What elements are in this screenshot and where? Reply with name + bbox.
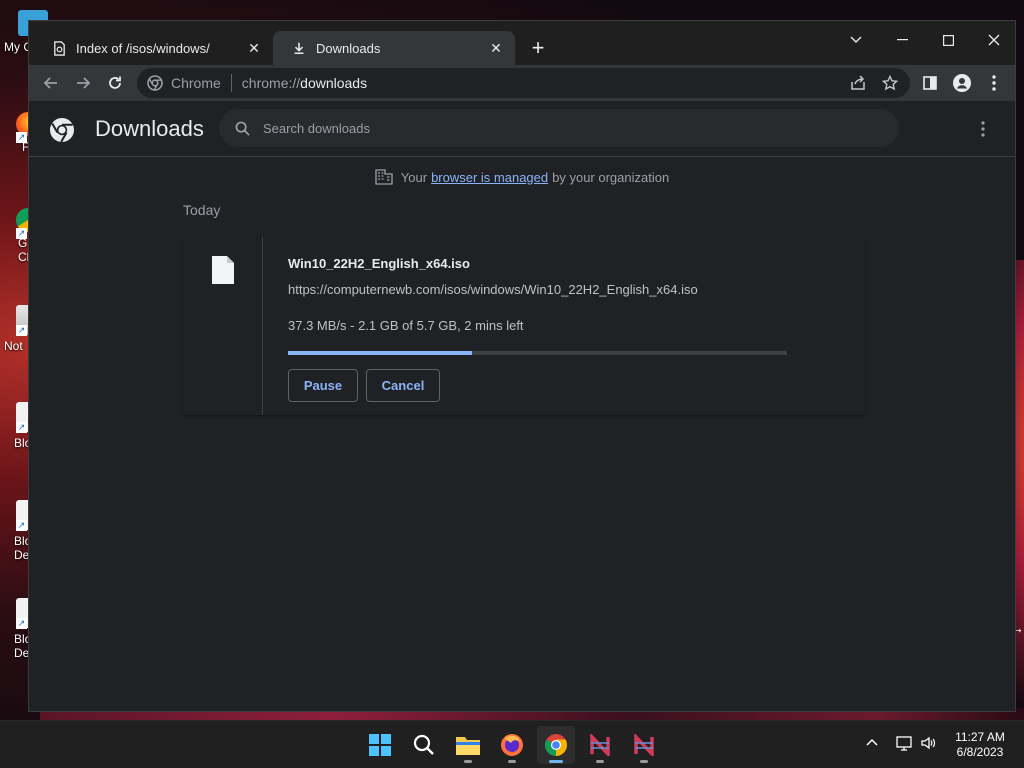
bookmark-star-icon[interactable] — [879, 72, 901, 94]
reload-button[interactable] — [101, 69, 129, 97]
back-button[interactable] — [37, 69, 65, 97]
pause-button[interactable]: Pause — [288, 369, 358, 402]
taskbar-file-explorer[interactable] — [449, 726, 487, 764]
taskbar: 11:27 AM 6/8/2023 — [0, 720, 1024, 768]
running-indicator — [508, 760, 516, 763]
side-panel-button[interactable] — [916, 69, 944, 97]
forward-button[interactable] — [69, 69, 97, 97]
download-progress-bar — [288, 351, 787, 355]
folder-icon — [456, 737, 480, 755]
date-section-header: Today — [183, 202, 221, 218]
site-chip-label: Chrome — [171, 75, 221, 91]
running-indicator — [596, 760, 604, 763]
search-icon — [233, 119, 251, 137]
clock-time: 11:27 AM — [955, 730, 1005, 744]
browser-menu-button[interactable] — [980, 69, 1008, 97]
tab-index-of-isos[interactable]: Index of /isos/windows/ ✕ — [33, 31, 273, 65]
page-title: Downloads — [95, 116, 204, 141]
site-info-chip[interactable]: Chrome — [137, 75, 221, 91]
system-clock[interactable]: 11:27 AM 6/8/2023 — [946, 730, 1014, 760]
clock-date: 6/8/2023 — [956, 745, 1004, 759]
running-indicator — [640, 760, 648, 763]
download-status: 37.3 MB/s - 2.1 GB of 5.7 GB, 2 mins lef… — [288, 318, 524, 333]
managed-prefix: Your — [400, 169, 428, 185]
managed-notice: Your browser is managed by your organiza… — [29, 169, 1015, 185]
start-button[interactable] — [361, 726, 399, 764]
app-n-icon — [590, 734, 610, 756]
profile-avatar[interactable] — [948, 69, 976, 97]
shortcut-arrow-icon: ↗ — [16, 520, 27, 531]
taskbar-app-n1[interactable] — [581, 726, 619, 764]
search-downloads-box[interactable] — [219, 109, 899, 147]
address-divider — [230, 74, 232, 92]
shortcut-arrow-icon: ↗ — [16, 422, 27, 433]
browser-toolbar: Chrome chrome://downloads — [29, 65, 1015, 101]
new-tab-button[interactable]: + — [525, 35, 551, 61]
tab-title: Index of /isos/windows/ — [76, 40, 210, 56]
url-scheme: chrome:// — [241, 75, 301, 91]
url-text: chrome://downloads — [242, 75, 367, 91]
shortcut-arrow-icon: ↗ — [16, 228, 27, 239]
maximize-button[interactable] — [925, 25, 971, 55]
app-n-icon — [634, 734, 654, 756]
close-window-button[interactable] — [971, 25, 1017, 55]
downloads-header: Downloads — [29, 101, 1015, 157]
minimize-button[interactable] — [879, 25, 925, 55]
managed-suffix: by your organization — [552, 169, 670, 185]
taskbar-chrome[interactable] — [537, 726, 575, 764]
tab-strip: Index of /isos/windows/ ✕ Downloads ✕ + — [29, 21, 1015, 65]
search-icon — [413, 734, 434, 755]
shortcut-arrow-icon: ↗ — [16, 132, 27, 143]
tab-downloads[interactable]: Downloads ✕ — [273, 31, 515, 65]
cancel-button[interactable]: Cancel — [366, 369, 440, 402]
taskbar-firefox[interactable] — [493, 726, 531, 764]
file-icon — [211, 255, 235, 290]
address-bar[interactable]: Chrome chrome://downloads — [137, 68, 910, 98]
chrome-icon — [147, 75, 163, 91]
tab-title: Downloads — [316, 40, 381, 56]
tab-search-chevron-icon[interactable] — [833, 25, 879, 55]
file-icon-column — [183, 237, 263, 415]
chrome-logo-icon — [49, 117, 75, 148]
close-tab-icon[interactable]: ✕ — [243, 37, 265, 59]
taskbar-app-n2[interactable] — [625, 726, 663, 764]
file-name-link[interactable]: Win10_22H2_English_x64.iso — [288, 256, 470, 271]
firefox-icon — [501, 734, 523, 756]
browser-window: Index of /isos/windows/ ✕ Downloads ✕ + — [28, 20, 1016, 712]
volume-icon[interactable] — [920, 735, 936, 756]
share-icon[interactable] — [847, 72, 869, 94]
progress-fill — [288, 351, 472, 355]
shortcut-arrow-icon: ↗ — [16, 325, 27, 336]
source-url-link[interactable]: https://computernewb.com/isos/windows/Wi… — [288, 282, 698, 297]
page-icon — [51, 40, 67, 56]
show-hidden-icons-chevron-icon[interactable] — [866, 733, 878, 751]
download-item: Win10_22H2_English_x64.iso https://compu… — [183, 237, 865, 415]
taskbar-search-button[interactable] — [405, 726, 443, 764]
building-icon — [375, 169, 393, 185]
close-tab-icon[interactable]: ✕ — [485, 37, 507, 59]
download-icon — [291, 40, 307, 56]
shortcut-arrow-icon: ↗ — [16, 618, 27, 629]
browser-managed-link[interactable]: browser is managed — [431, 170, 548, 185]
url-host: downloads — [300, 75, 368, 91]
windows-logo-icon — [369, 734, 391, 756]
running-indicator — [464, 760, 472, 763]
search-input[interactable] — [263, 120, 863, 136]
more-actions-icon[interactable] — [973, 119, 993, 139]
running-indicator — [549, 760, 563, 763]
network-icon[interactable] — [896, 735, 914, 756]
chrome-icon — [545, 734, 567, 756]
